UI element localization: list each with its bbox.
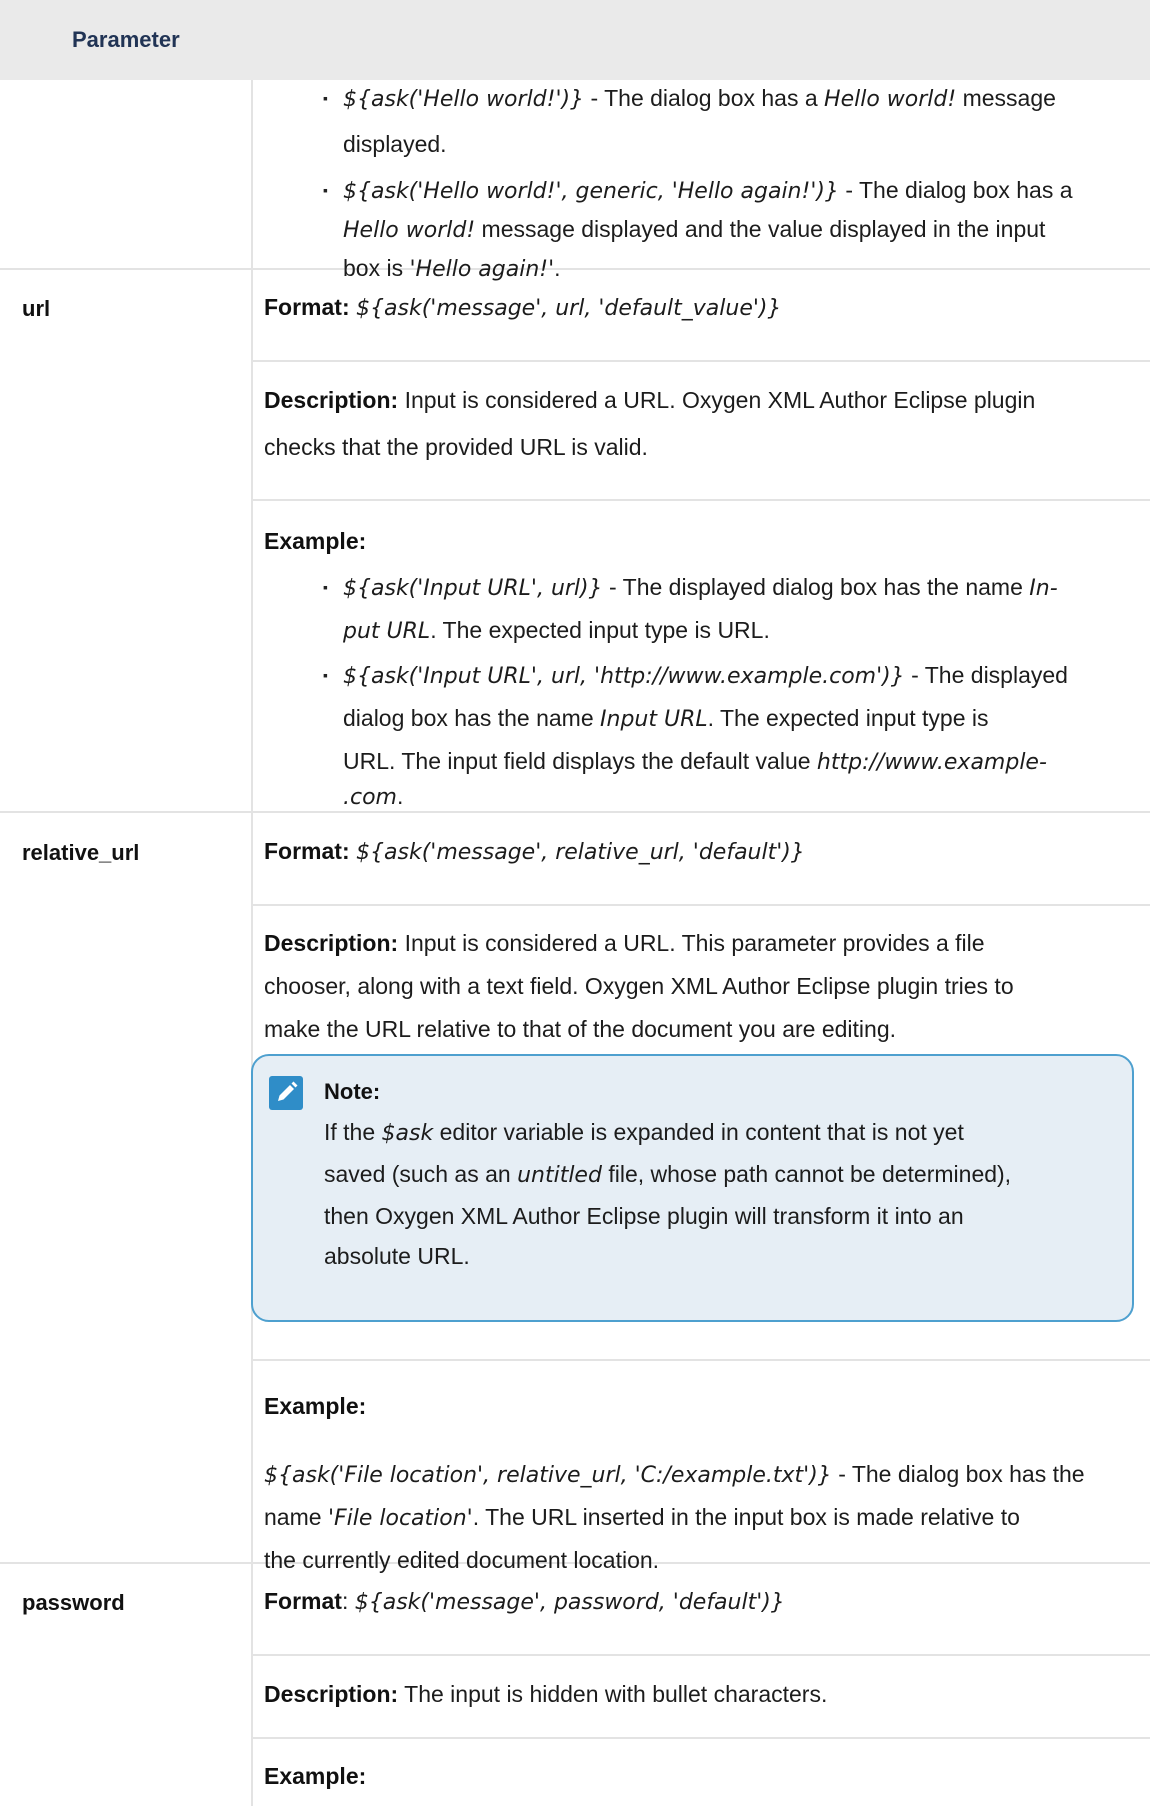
url-example-1-line-1: ${ask('Input URL', url)} - The displayed… [343, 574, 1058, 601]
continuation-bullet-2-line-3: box is 'Hello again!'. [343, 255, 561, 282]
note-line-1: If the $ask editor variable is expanded … [324, 1119, 964, 1146]
parameter-column-heading: Parameter [72, 27, 180, 52]
password-format: Format: ${ask('message', password, 'defa… [264, 1588, 785, 1615]
relative-url-description-line-1: Description: Input is considered a URL. … [264, 930, 985, 956]
note-line-4: absolute URL. [324, 1243, 470, 1269]
relative-url-description-line-3: make the URL relative to that of the doc… [264, 1016, 897, 1042]
relative-url-description-line-2: chooser, along with a text field. Oxygen… [264, 973, 1014, 999]
param-name-url: url [22, 296, 51, 321]
relative-url-format: Format: ${ask('message', relative_url, '… [264, 838, 805, 865]
cell-divider [251, 1359, 1150, 1361]
cell-divider [251, 499, 1150, 501]
bullet: ▪ [323, 579, 328, 595]
note-line-3: then Oxygen XML Author Eclipse plugin wi… [324, 1203, 964, 1229]
relative-url-example-label: Example: [264, 1393, 367, 1419]
url-example-2-line-4: .com. [343, 783, 404, 810]
cell-divider [251, 904, 1150, 906]
continuation-bullet-1-line-1: ${ask('Hello world!')} - The dialog box … [343, 85, 1056, 112]
password-example-label: Example: [264, 1763, 367, 1789]
row-divider [0, 268, 1150, 270]
bullet: ▪ [323, 182, 328, 198]
cell-divider [251, 1654, 1150, 1656]
pencil-note-icon [269, 1076, 303, 1110]
url-example-1-line-2: put URL. The expected input type is URL. [343, 617, 770, 644]
relative-url-example-line-1: ${ask('File location', relative_url, 'C:… [264, 1461, 1085, 1488]
note-body: If the $ask editor variable is expanded … [324, 1112, 1114, 1276]
column-divider [251, 80, 253, 1806]
cell-divider [251, 1737, 1150, 1739]
url-example-2-line-3: URL. The input field displays the defaul… [343, 748, 1047, 775]
page: Parameter ▪ ${ask('Hello world!')} - The… [0, 0, 1150, 1806]
row-divider [0, 811, 1150, 813]
cell-divider [251, 360, 1150, 362]
continuation-bullet-2-line-2: Hello world! message displayed and the v… [343, 216, 1046, 243]
param-name-password: password [22, 1590, 125, 1615]
relative-url-example-line-2: name 'File location'. The URL inserted i… [264, 1504, 1020, 1531]
continuation-bullet-2-line-1: ${ask('Hello world!', generic, 'Hello ag… [343, 177, 1073, 204]
note-line-2: saved (such as an untitled file, whose p… [324, 1161, 1012, 1188]
relative-url-example-line-3: the currently edited document location. [264, 1547, 660, 1573]
note-title: Note: [324, 1079, 381, 1104]
note-callout: Note: If the $ask editor variable is exp… [251, 1054, 1134, 1322]
password-description: Description: The input is hidden with bu… [264, 1681, 828, 1707]
url-description-line-1: Description: Input is considered a URL. … [264, 387, 1036, 413]
continuation-bullet-1-line-2: displayed. [343, 131, 447, 157]
url-example-label: Example: [264, 528, 367, 554]
bullet: ▪ [323, 667, 328, 683]
url-example-2-line-2: dialog box has the name Input URL. The e… [343, 705, 989, 732]
bullet: ▪ [323, 90, 328, 106]
table-header: Parameter [0, 0, 1150, 80]
param-name-relative-url: relative_url [22, 840, 140, 865]
url-description-line-2: checks that the provided URL is valid. [264, 434, 648, 460]
url-example-2-line-1: ${ask('Input URL', url, 'http://www.exam… [343, 662, 1068, 689]
url-format: Format: ${ask('message', url, 'default_v… [264, 294, 782, 321]
